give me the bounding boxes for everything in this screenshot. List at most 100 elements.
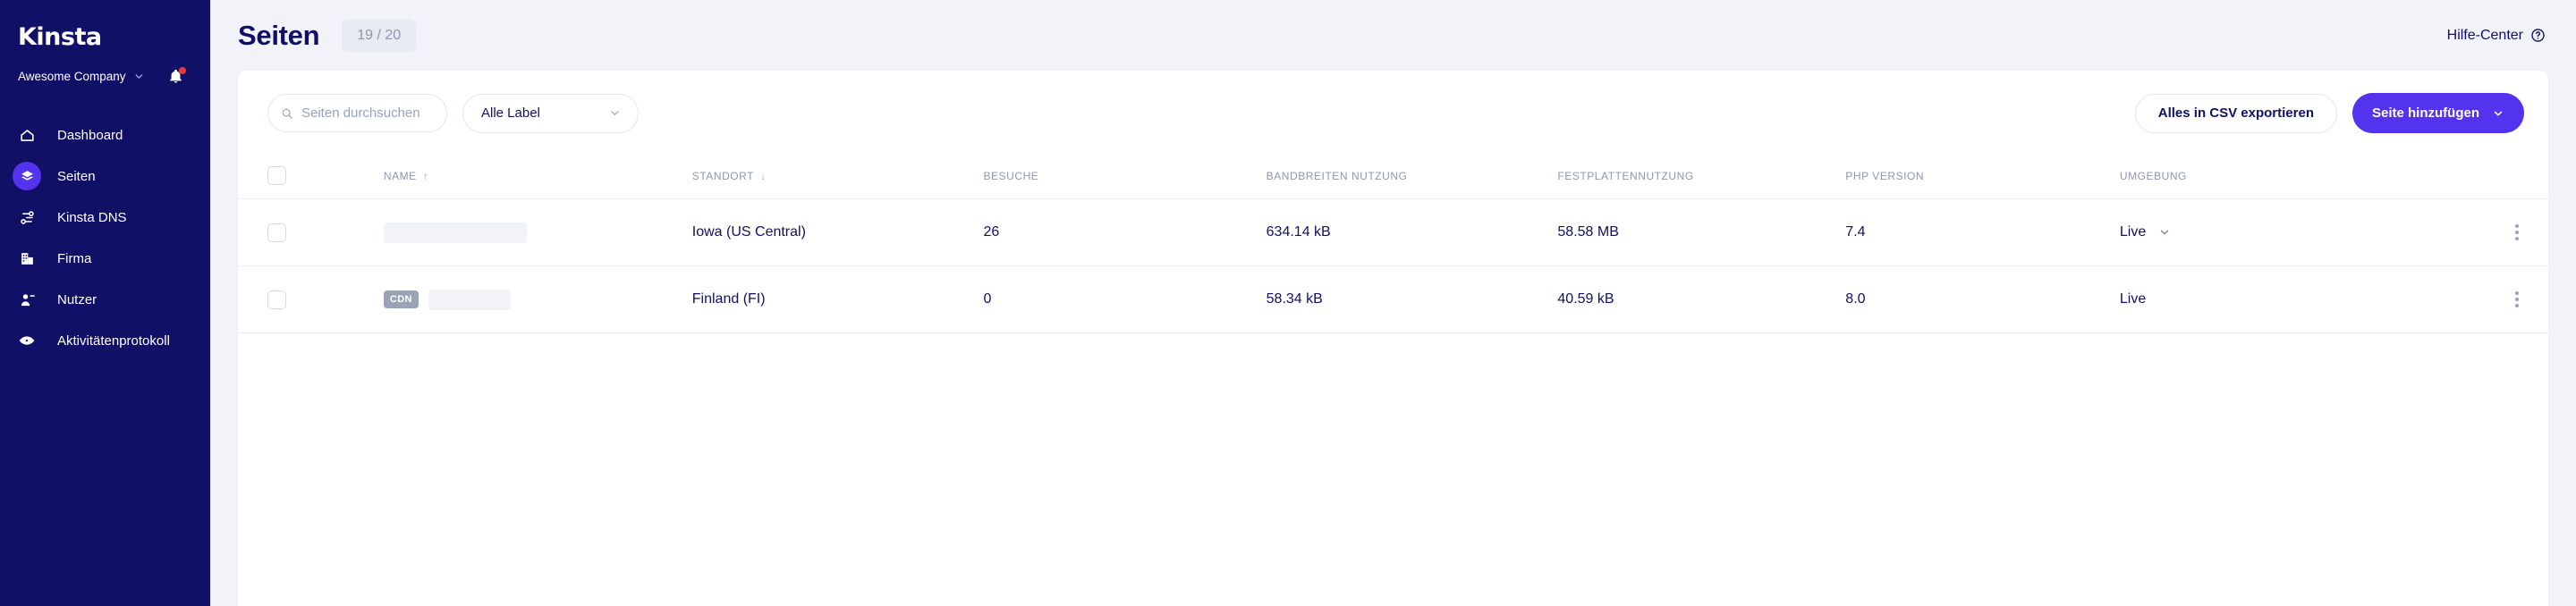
column-header-location[interactable]: STANDORT ↓ bbox=[691, 155, 984, 199]
notifications-button[interactable] bbox=[168, 66, 186, 84]
sidebar-item-firma[interactable]: Firma bbox=[0, 238, 210, 279]
row-select-cell bbox=[238, 265, 384, 333]
sidebar-item-label: Aktivitätenprotokoll bbox=[57, 332, 170, 349]
column-header-environment[interactable]: UMGEBUNG bbox=[2119, 155, 2548, 199]
row-visits-cell: 26 bbox=[983, 198, 1267, 266]
row-name-cell: CDN bbox=[383, 265, 692, 333]
column-label: PHP VERSION bbox=[1845, 169, 1925, 182]
select-all-header bbox=[238, 155, 384, 199]
sidebar-item-aktivitaetenprotokoll[interactable]: Aktivitätenprotokoll bbox=[0, 320, 210, 361]
column-label: NAME bbox=[383, 169, 417, 182]
column-header-name[interactable]: NAME ↑ bbox=[383, 155, 692, 199]
column-label: FESTPLATTENNUTZUNG bbox=[1557, 169, 1694, 182]
export-csv-button[interactable]: Alles in CSV exportieren bbox=[2134, 93, 2337, 133]
label-filter-select[interactable]: Alle Label bbox=[462, 93, 639, 133]
sites-table-head: NAME ↑ STANDORT ↓ BESUCHE BANDBREITEN NUTZ… bbox=[238, 155, 2548, 199]
environment-wrapper: Live bbox=[2120, 291, 2548, 307]
environment-selector[interactable]: Live bbox=[2120, 291, 2146, 307]
column-label: BANDBREITEN NUTZUNG bbox=[1266, 169, 1408, 182]
kinsta-logo[interactable]: Kinsta bbox=[18, 22, 210, 51]
chevron-down-icon bbox=[608, 106, 622, 120]
row-select-cell bbox=[238, 198, 384, 266]
row-checkbox[interactable] bbox=[267, 290, 286, 309]
sites-card: Alle Label Alles in CSV exportieren Seit… bbox=[238, 71, 2548, 606]
row-disk-cell: 40.59 kB bbox=[1557, 265, 1846, 333]
row-bandwidth-cell: 58.34 kB bbox=[1266, 265, 1558, 333]
main-content: Seiten 19 / 20 Hilfe-Center Alle bbox=[210, 0, 2576, 606]
column-header-disk[interactable]: FESTPLATTENNUTZUNG bbox=[1557, 155, 1846, 199]
column-header-php[interactable]: PHP VERSION bbox=[1845, 155, 2120, 199]
row-location-cell: Finland (FI) bbox=[691, 265, 984, 333]
add-site-button[interactable]: Seite hinzufügen bbox=[2352, 93, 2524, 133]
sites-toolbar: Alle Label Alles in CSV exportieren Seit… bbox=[238, 71, 2548, 155]
sites-table-body: Iowa (US Central) 26 634.14 kB 58.58 MB … bbox=[238, 198, 2548, 333]
row-environment-cell: Live bbox=[2119, 198, 2548, 266]
help-center-link[interactable]: Hilfe-Center bbox=[2447, 28, 2546, 44]
environment-label: Live bbox=[2119, 224, 2147, 240]
environment-selector[interactable]: Live bbox=[2120, 224, 2171, 240]
row-location-cell: Iowa (US Central) bbox=[691, 198, 984, 266]
chevron-down-icon bbox=[2492, 107, 2504, 120]
sidebar-item-label: Kinsta DNS bbox=[57, 209, 127, 225]
sidebar-item-seiten[interactable]: Seiten bbox=[0, 156, 210, 197]
sites-table: NAME ↑ STANDORT ↓ BESUCHE BANDBREITEN NUTZ… bbox=[238, 155, 2548, 333]
table-row[interactable]: CDN Finland (FI) 0 58.34 kB 40.59 kB 8.0 bbox=[238, 265, 2548, 333]
site-count-badge: 19 / 20 bbox=[342, 19, 417, 52]
column-header-bandwidth[interactable]: BANDBREITEN NUTZUNG bbox=[1266, 155, 1558, 199]
row-php-cell: 8.0 bbox=[1845, 265, 2120, 333]
redacted-site-name bbox=[428, 289, 511, 310]
column-label: BESUCHE bbox=[983, 169, 1039, 182]
kinsta-logo-text: Kinsta bbox=[18, 22, 102, 51]
sort-arrow-icon: ↓ bbox=[760, 169, 767, 182]
redacted-site-name bbox=[383, 222, 527, 243]
environment-wrapper: Live bbox=[2120, 224, 2548, 240]
row-php-cell: 7.4 bbox=[1845, 198, 2120, 266]
dns-network-icon bbox=[13, 203, 41, 231]
site-name bbox=[383, 222, 692, 243]
row-visits-cell: 0 bbox=[983, 265, 1267, 333]
sidebar-item-label: Nutzer bbox=[57, 291, 97, 307]
column-label: STANDORT bbox=[691, 169, 755, 182]
building-icon bbox=[13, 244, 41, 273]
add-site-label: Seite hinzufügen bbox=[2372, 105, 2479, 121]
company-name: Awesome Company bbox=[18, 69, 126, 83]
table-header-row: NAME ↑ STANDORT ↓ BESUCHE BANDBREITEN NUTZ… bbox=[238, 155, 2548, 199]
notification-unread-dot bbox=[178, 66, 186, 74]
sidebar: Kinsta Awesome Company Dashboard Seiten … bbox=[0, 0, 210, 606]
help-center-label: Hilfe-Center bbox=[2446, 27, 2523, 43]
label-filter-value: Alle Label bbox=[481, 105, 540, 121]
sidebar-item-dashboard[interactable]: Dashboard bbox=[0, 114, 210, 156]
row-environment-cell: Live bbox=[2119, 265, 2548, 333]
sidebar-item-label: Dashboard bbox=[57, 127, 123, 143]
row-checkbox[interactable] bbox=[267, 223, 286, 242]
sidebar-nav: Dashboard Seiten Kinsta DNS Firma Nutzer… bbox=[0, 114, 210, 361]
sidebar-item-label: Seiten bbox=[57, 168, 96, 184]
chevron-down-icon[interactable] bbox=[2158, 226, 2171, 239]
row-actions-menu-icon[interactable] bbox=[2515, 291, 2519, 307]
search-icon bbox=[281, 107, 293, 120]
company-switcher[interactable]: Awesome Company bbox=[0, 64, 210, 88]
select-all-checkbox[interactable] bbox=[267, 166, 286, 185]
sidebar-item-label: Firma bbox=[57, 250, 92, 266]
environment-label: Live bbox=[2119, 291, 2147, 307]
page-header: Seiten 19 / 20 Hilfe-Center bbox=[210, 0, 2576, 71]
sidebar-item-kinsta-dns[interactable]: Kinsta DNS bbox=[0, 197, 210, 238]
sidebar-item-nutzer[interactable]: Nutzer bbox=[0, 279, 210, 320]
column-label: UMGEBUNG bbox=[2119, 169, 2187, 182]
user-minus-icon bbox=[13, 285, 41, 314]
search-box[interactable] bbox=[267, 94, 447, 132]
eye-icon bbox=[13, 326, 41, 355]
row-name-cell bbox=[383, 198, 692, 266]
app-root: Kinsta Awesome Company Dashboard Seiten … bbox=[0, 0, 2576, 606]
row-disk-cell: 58.58 MB bbox=[1557, 198, 1846, 266]
question-circle-icon bbox=[2530, 28, 2546, 43]
row-bandwidth-cell: 634.14 kB bbox=[1266, 198, 1558, 266]
home-icon bbox=[13, 121, 41, 149]
table-row[interactable]: Iowa (US Central) 26 634.14 kB 58.58 MB … bbox=[238, 198, 2548, 266]
site-name: CDN bbox=[383, 289, 692, 310]
chevron-down-icon[interactable] bbox=[133, 71, 145, 82]
cdn-badge: CDN bbox=[383, 290, 419, 308]
column-header-visits[interactable]: BESUCHE bbox=[983, 155, 1267, 199]
row-actions-menu-icon[interactable] bbox=[2515, 224, 2519, 240]
search-input[interactable] bbox=[301, 105, 427, 121]
